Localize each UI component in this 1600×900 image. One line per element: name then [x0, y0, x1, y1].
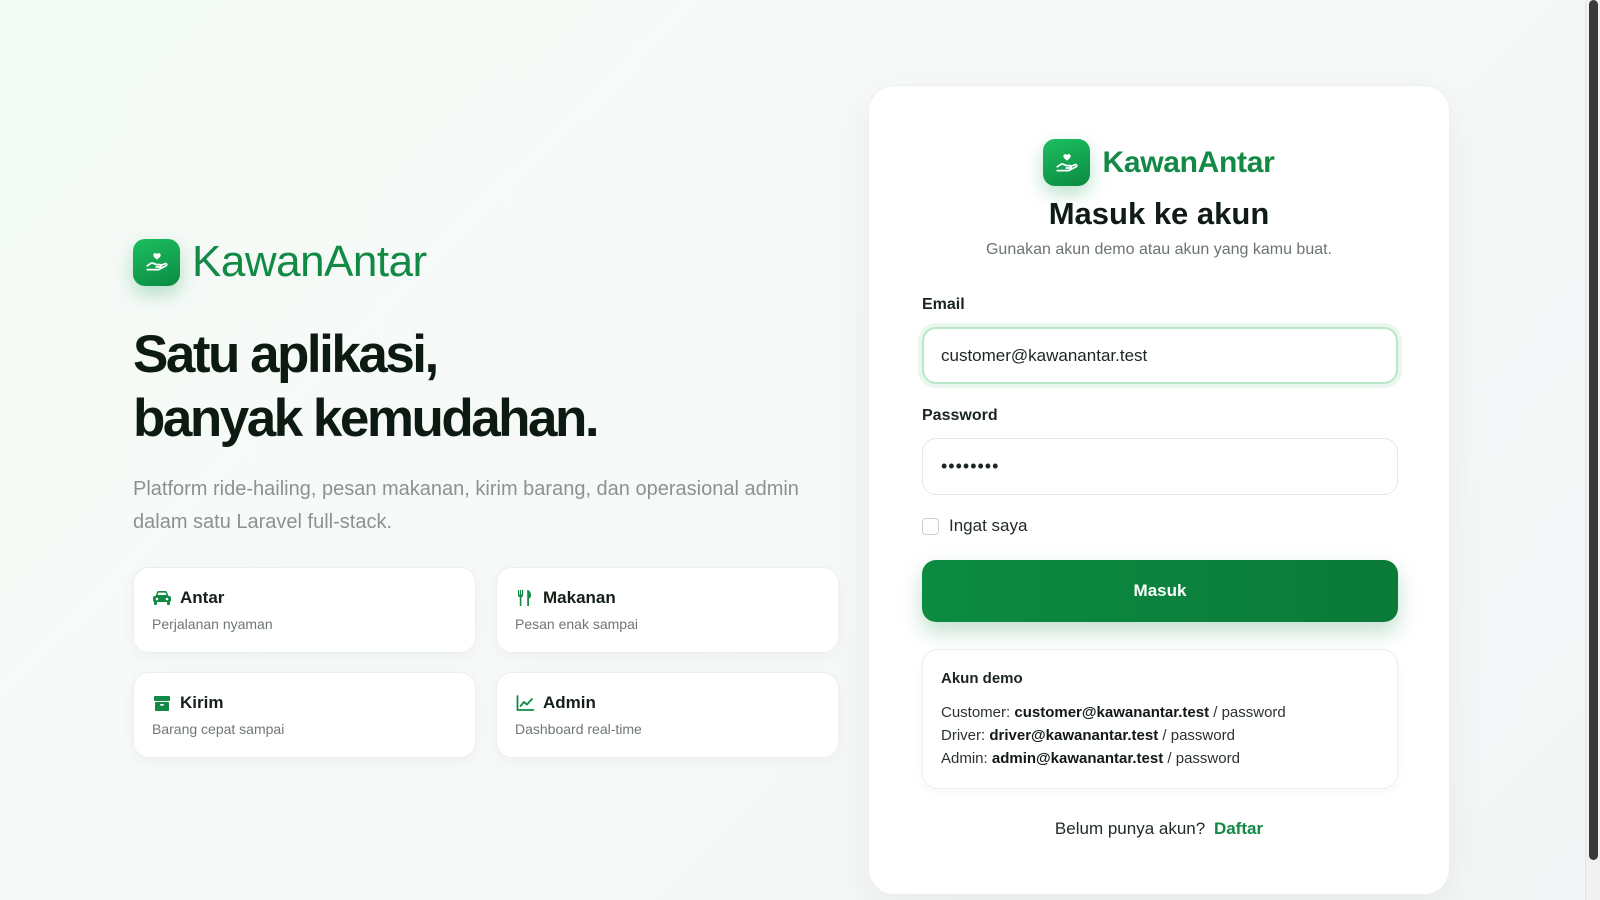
- demo-email: driver@kawanantar.test: [989, 727, 1159, 744]
- feature-subtitle: Dashboard real-time: [515, 721, 642, 737]
- email-input[interactable]: [941, 345, 1379, 366]
- demo-email: admin@kawanantar.test: [991, 750, 1164, 767]
- card-brand: KawanAntar: [869, 139, 1449, 186]
- hero-headline-line2: banyak kemudahan.: [133, 389, 600, 448]
- feature-card-antar: Antar Perjalanan nyaman: [133, 567, 476, 653]
- password-field[interactable]: ••••••••: [922, 438, 1398, 495]
- feature-card-admin: Admin Dashboard real-time: [496, 672, 839, 758]
- feature-card-kirim: Kirim Barang cepat sampai: [133, 672, 476, 758]
- demo-accounts-box: Akun demo Customer: customer@kawanantar.…: [922, 649, 1398, 789]
- feature-card-makanan: Makanan Pesan enak sampai: [496, 567, 839, 653]
- feature-title: Antar: [180, 588, 225, 607]
- demo-role: Admin:: [941, 750, 988, 767]
- hero-brand: KawanAntar: [133, 237, 853, 287]
- demo-role: Driver:: [941, 727, 986, 744]
- feature-subtitle: Perjalanan nyaman: [152, 616, 273, 632]
- password-label: Password: [922, 407, 998, 424]
- feature-title: Admin: [543, 693, 596, 712]
- hero-section: KawanAntar Satu aplikasi, banyak kemudah…: [133, 237, 853, 758]
- chart-line-icon: [515, 694, 535, 712]
- demo-password: / password: [1213, 704, 1286, 721]
- hero-headline: Satu aplikasi, banyak kemudahan.: [133, 323, 853, 451]
- utensils-icon: [515, 589, 535, 607]
- demo-email: customer@kawanantar.test: [1014, 704, 1210, 721]
- demo-row-customer: Customer: customer@kawanantar.test / pas…: [941, 701, 1379, 724]
- login-page: KawanAntar Satu aplikasi, banyak kemudah…: [0, 0, 1600, 900]
- page-scrollbar[interactable]: [1585, 0, 1600, 900]
- demo-password: / password: [1167, 750, 1240, 767]
- hand-heart-icon: [133, 238, 180, 286]
- email-label: Email: [922, 296, 965, 313]
- demo-title: Akun demo: [941, 670, 1023, 687]
- demo-role: Customer:: [941, 704, 1011, 721]
- feature-head: Makanan: [515, 588, 820, 608]
- remember-me[interactable]: Ingat saya: [922, 516, 1027, 536]
- feature-head: Antar: [152, 588, 457, 608]
- car-icon: [152, 589, 172, 607]
- remember-label: Ingat saya: [949, 516, 1028, 535]
- login-subtitle: Gunakan akun demo atau akun yang kamu bu…: [985, 241, 1332, 258]
- hero-lead: Platform ride-hailing, pesan makanan, ki…: [133, 478, 799, 533]
- feature-grid: Antar Perjalanan nyaman Makanan Pesan en…: [133, 567, 853, 758]
- hand-heart-icon: [1043, 139, 1091, 186]
- email-field[interactable]: [922, 327, 1398, 384]
- scrollbar-thumb[interactable]: [1589, 0, 1598, 860]
- demo-row-admin: Admin: admin@kawanantar.test / password: [941, 747, 1379, 770]
- signup-link[interactable]: Daftar: [1214, 819, 1263, 838]
- demo-password: / password: [1162, 727, 1235, 744]
- password-input[interactable]: ••••••••: [941, 456, 999, 477]
- login-card: KawanAntar Masuk ke akun Gunakan akun de…: [868, 85, 1450, 895]
- feature-title: Makanan: [543, 588, 616, 607]
- feature-head: Kirim: [152, 693, 457, 713]
- signup-prompt: Belum punya akun? Daftar: [869, 819, 1449, 839]
- feature-head: Admin: [515, 693, 820, 713]
- login-button[interactable]: Masuk: [922, 560, 1398, 622]
- remember-checkbox[interactable]: [922, 517, 939, 535]
- feature-title: Kirim: [180, 693, 224, 712]
- hero-brand-name: KawanAntar: [192, 237, 427, 286]
- feature-subtitle: Pesan enak sampai: [515, 616, 638, 632]
- box-icon: [152, 694, 172, 712]
- card-brand-name: KawanAntar: [1102, 145, 1275, 179]
- login-title: Masuk ke akun: [1048, 196, 1270, 231]
- hero-headline-line1: Satu aplikasi,: [133, 325, 439, 384]
- demo-row-driver: Driver: driver@kawanantar.test / passwor…: [941, 724, 1379, 747]
- feature-subtitle: Barang cepat sampai: [152, 721, 285, 737]
- signup-text: Belum punya akun?: [1054, 819, 1206, 838]
